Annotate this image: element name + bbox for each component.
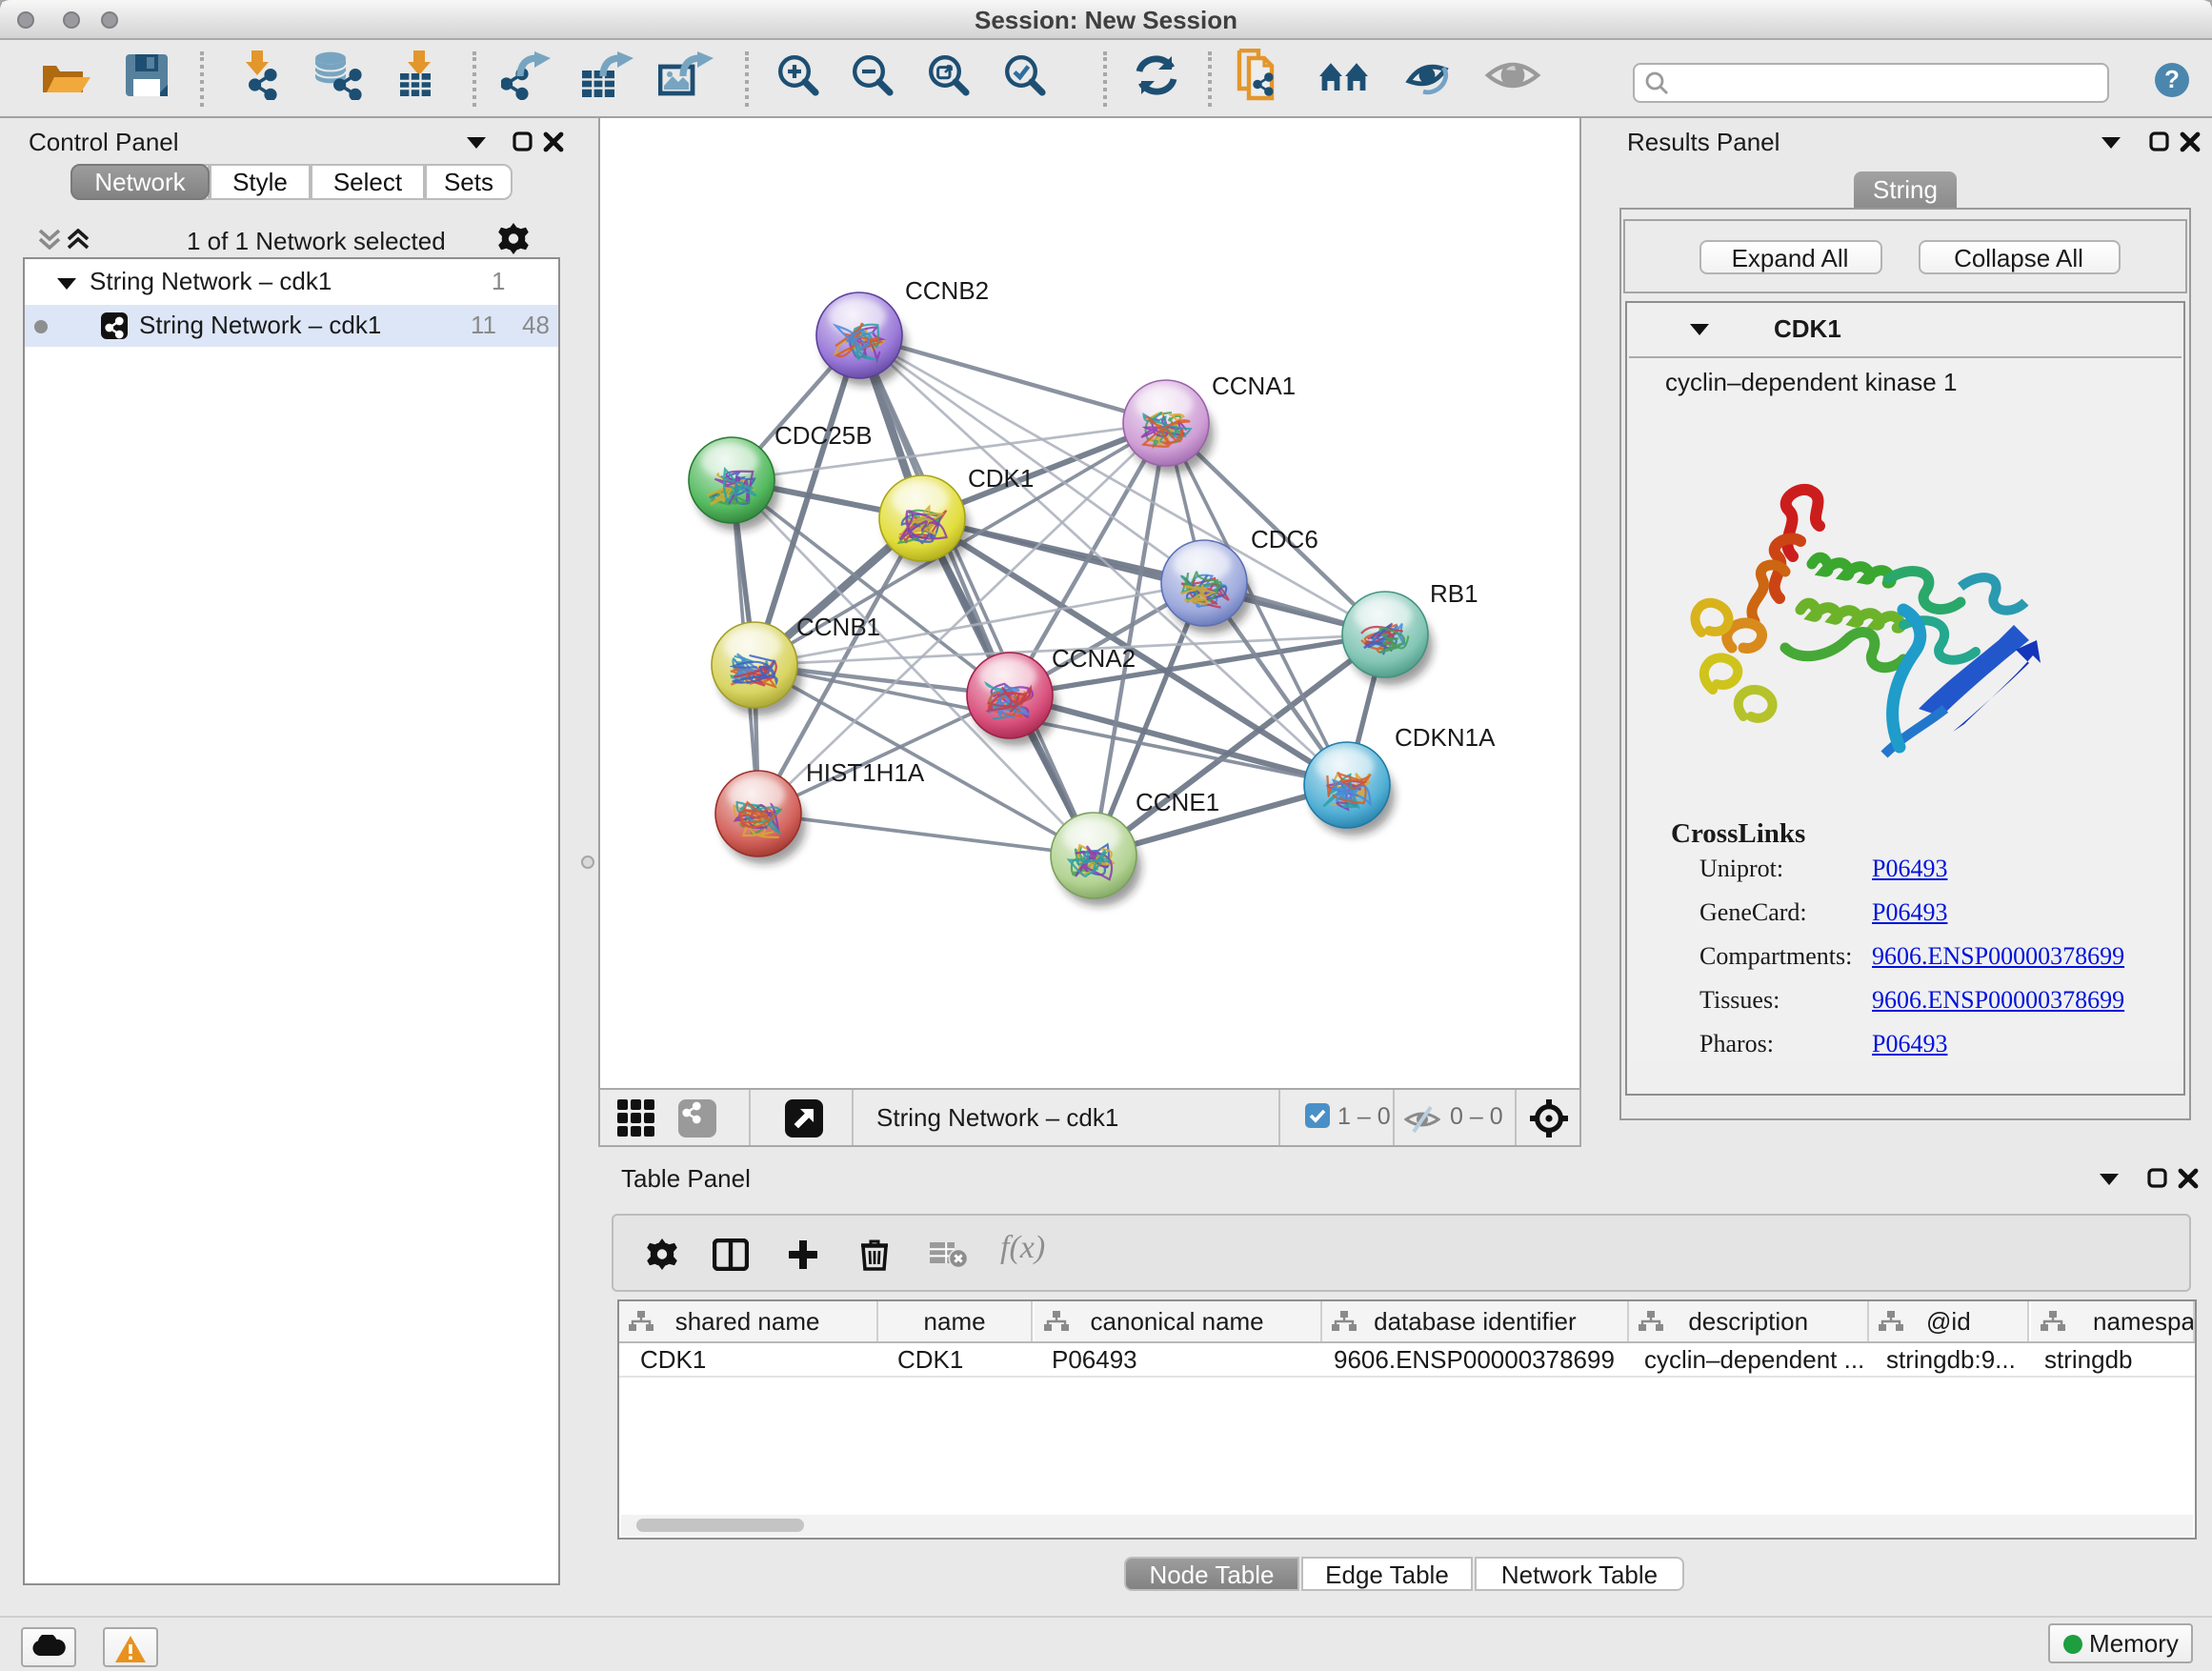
svg-text:CCNB1: CCNB1 xyxy=(796,613,880,641)
svg-text:CDC6: CDC6 xyxy=(1251,525,1318,554)
svg-text:CCNA1: CCNA1 xyxy=(1212,372,1296,400)
svg-text:CCNE1: CCNE1 xyxy=(1136,788,1219,816)
svg-text:CDC25B: CDC25B xyxy=(774,421,873,450)
svg-text:HIST1H1A: HIST1H1A xyxy=(806,758,925,787)
svg-text:CDK1: CDK1 xyxy=(968,464,1034,493)
svg-text:CCNB2: CCNB2 xyxy=(905,276,989,305)
svg-text:RB1: RB1 xyxy=(1430,579,1478,608)
svg-text:CCNA2: CCNA2 xyxy=(1052,644,1136,673)
svg-text:CDKN1A: CDKN1A xyxy=(1395,723,1496,752)
